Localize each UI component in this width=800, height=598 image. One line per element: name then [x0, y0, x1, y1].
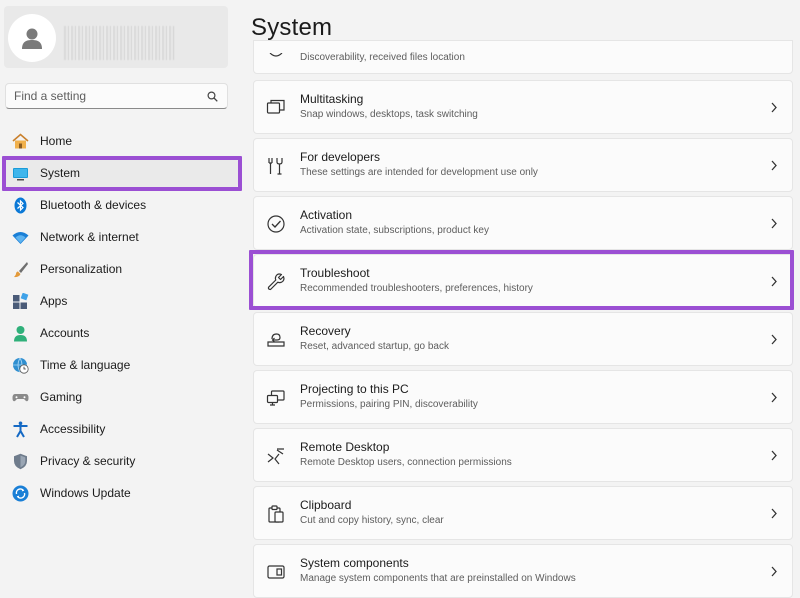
card-subtitle: Activation state, subscriptions, product…: [300, 225, 489, 236]
card-multitasking[interactable]: Multitasking Snap windows, desktops, tas…: [253, 80, 793, 134]
chevron-right-icon: [771, 508, 777, 519]
card-title: Activation: [300, 208, 353, 222]
sidebar-item-accounts[interactable]: Accounts: [4, 318, 238, 348]
card-for-developers[interactable]: For developers These settings are intend…: [253, 138, 793, 192]
card-title: Troubleshoot: [300, 266, 370, 280]
card-subtitle: These settings are intended for developm…: [300, 167, 538, 178]
search-icon[interactable]: [207, 91, 218, 102]
sidebar-item-label: Apps: [40, 294, 68, 308]
system-components-icon: [266, 562, 286, 582]
sidebar-item-label: Time & language: [40, 358, 131, 372]
chevron-right-icon: [771, 218, 777, 229]
bluetooth-icon: [12, 197, 29, 214]
account-icon: [12, 325, 29, 342]
sidebar-item-label: Personalization: [40, 262, 123, 276]
card-subtitle: Discoverability, received files location: [300, 52, 465, 63]
sidebar-item-label: Home: [40, 134, 73, 148]
projecting-icon: [266, 388, 286, 408]
sidebar-item-label: Gaming: [40, 390, 83, 404]
card-title: For developers: [300, 150, 381, 164]
sidebar-item-windows-update[interactable]: Windows Update: [4, 478, 238, 508]
gamepad-icon: [12, 389, 29, 406]
chevron-right-icon: [771, 160, 777, 171]
sidebar: Home System Bluetooth & devices: [0, 0, 242, 598]
shield-icon: [12, 453, 29, 470]
card-clipboard[interactable]: Clipboard Cut and copy history, sync, cl…: [253, 486, 793, 540]
chevron-right-icon: [771, 102, 777, 113]
recovery-icon: [266, 330, 286, 350]
search-box[interactable]: [5, 83, 228, 109]
card-subtitle: Recommended troubleshooters, preferences…: [300, 283, 533, 294]
sidebar-item-label: Privacy & security: [40, 454, 136, 468]
sidebar-item-label: Accounts: [40, 326, 90, 340]
sidebar-item-home[interactable]: Home: [4, 126, 238, 156]
avatar[interactable]: [8, 14, 56, 62]
card-nearby-sharing[interactable]: Discoverability, received files location: [253, 40, 793, 74]
card-subtitle: Reset, advanced startup, go back: [300, 341, 449, 352]
user-profile[interactable]: [4, 6, 228, 68]
sidebar-item-label: Network & internet: [40, 230, 139, 244]
card-activation[interactable]: Activation Activation state, subscriptio…: [253, 196, 793, 250]
card-subtitle: Permissions, pairing PIN, discoverabilit…: [300, 399, 478, 410]
globe-clock-icon: [12, 357, 29, 374]
brush-icon: [12, 261, 29, 278]
person-icon: [22, 28, 42, 49]
sidebar-item-personalization[interactable]: Personalization: [4, 254, 238, 284]
system-icon: [12, 165, 29, 182]
developer-icon: [266, 156, 286, 176]
wrench-icon: [266, 272, 286, 292]
search-input[interactable]: [6, 84, 196, 108]
card-title: Remote Desktop: [300, 440, 390, 454]
card-title: Multitasking: [300, 92, 364, 106]
apps-icon: [12, 293, 29, 310]
card-subtitle: Manage system components that are preins…: [300, 573, 576, 584]
chevron-right-icon: [771, 334, 777, 345]
card-subtitle: Cut and copy history, sync, clear: [300, 515, 444, 526]
card-title: System components: [300, 556, 409, 570]
sidebar-item-label: Windows Update: [40, 486, 131, 500]
sidebar-item-system[interactable]: System: [4, 158, 238, 188]
card-troubleshoot[interactable]: Troubleshoot Recommended troubleshooters…: [253, 254, 793, 308]
card-subtitle: Snap windows, desktops, task switching: [300, 109, 478, 120]
sidebar-item-accessibility[interactable]: Accessibility: [4, 414, 238, 444]
card-title: Clipboard: [300, 498, 352, 512]
chevron-right-icon: [771, 566, 777, 577]
card-remote-desktop[interactable]: Remote Desktop Remote Desktop users, con…: [253, 428, 793, 482]
page-title: System: [251, 14, 333, 41]
sidebar-item-label: Bluetooth & devices: [40, 198, 147, 212]
sidebar-item-label: Accessibility: [40, 422, 106, 436]
update-icon: [12, 485, 29, 502]
card-recovery[interactable]: Recovery Reset, advanced startup, go bac…: [253, 312, 793, 366]
clipboard-icon: [266, 504, 286, 524]
sidebar-item-gaming[interactable]: Gaming: [4, 382, 238, 412]
sidebar-item-apps[interactable]: Apps: [4, 286, 238, 316]
card-title: Recovery: [300, 324, 351, 338]
card-projecting-to-this-pc[interactable]: Projecting to this PC Permissions, pairi…: [253, 370, 793, 424]
user-name-redacted: [64, 26, 174, 60]
sidebar-item-label: System: [40, 166, 81, 180]
sidebar-item-network[interactable]: Network & internet: [4, 222, 238, 252]
sidebar-item-time-language[interactable]: Time & language: [4, 350, 238, 380]
accessibility-icon: [12, 421, 29, 438]
activation-check-icon: [266, 214, 286, 234]
chevron-right-icon: [771, 276, 777, 287]
chevron-right-icon: [771, 450, 777, 461]
card-subtitle: Remote Desktop users, connection permiss…: [300, 457, 512, 468]
card-title: Projecting to this PC: [300, 382, 409, 396]
sidebar-item-privacy-security[interactable]: Privacy & security: [4, 446, 238, 476]
multitasking-icon: [266, 98, 286, 118]
remote-desktop-icon: [266, 446, 286, 466]
sidebar-item-bluetooth[interactable]: Bluetooth & devices: [4, 190, 238, 220]
chevron-right-icon: [771, 392, 777, 403]
nearby-sharing-icon: [266, 48, 286, 68]
home-icon: [12, 133, 29, 150]
wifi-icon: [12, 229, 29, 246]
card-system-components[interactable]: System components Manage system componen…: [253, 544, 793, 598]
